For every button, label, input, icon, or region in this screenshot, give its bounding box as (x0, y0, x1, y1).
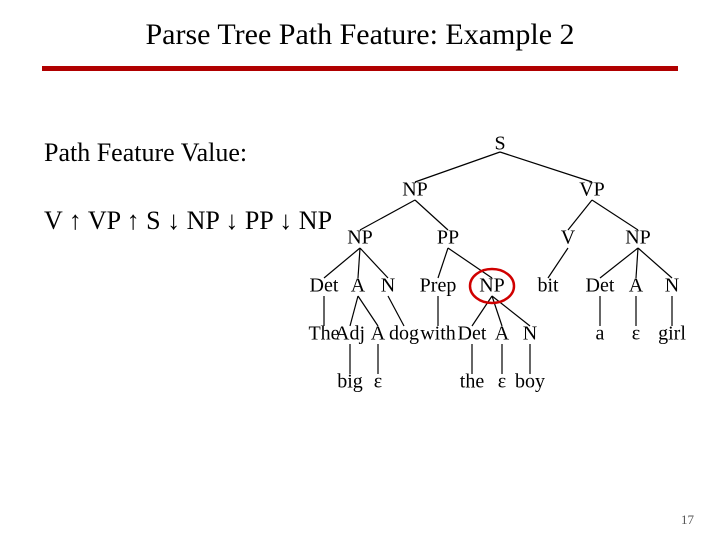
node-eps-a3: ε (632, 323, 640, 346)
node-with: with (420, 323, 456, 346)
node-np-right: NP (625, 227, 651, 250)
parse-tree: S NP VP NP PP V NP Det A N Prep NP bit D… (300, 130, 700, 470)
node-np-top: NP (402, 179, 428, 202)
node-det1: Det (310, 275, 339, 298)
node-det3: Det (586, 275, 615, 298)
node-a: a (596, 323, 605, 346)
node-boy: boy (515, 371, 545, 394)
node-girl: girl (658, 323, 686, 346)
node-a1: A (351, 275, 365, 298)
node-adj: Adj (335, 323, 365, 346)
node-det2: Det (458, 323, 487, 346)
node-a2: A (495, 323, 509, 346)
node-n1: N (381, 275, 395, 298)
node-n3: N (665, 275, 679, 298)
node-eps1: ε (374, 371, 382, 394)
path-feature-value: V ↑ VP ↑ S ↓ NP ↓ PP ↓ NP (44, 206, 332, 236)
node-prep: Prep (420, 275, 457, 298)
path-feature-label: Path Feature Value: (44, 138, 247, 168)
node-np-obj: NP (479, 275, 505, 298)
node-dog: dog (389, 323, 419, 346)
node-s: S (494, 133, 505, 156)
node-n2: N (523, 323, 537, 346)
slide: Parse Tree Path Feature: Example 2 Path … (0, 0, 720, 540)
node-pp: PP (437, 227, 459, 250)
title-rule (42, 66, 678, 71)
node-a3: A (629, 275, 643, 298)
node-np-left: NP (347, 227, 373, 250)
node-big: big (337, 371, 363, 394)
tree-edges (300, 130, 700, 470)
node-the2: the (460, 371, 484, 394)
node-vp: VP (579, 179, 605, 202)
page-number: 17 (681, 512, 694, 528)
node-bit: bit (537, 275, 558, 298)
node-v: V (561, 227, 575, 250)
slide-title: Parse Tree Path Feature: Example 2 (0, 18, 720, 52)
node-a-eps-parent: A (371, 323, 385, 346)
node-eps2: ε (498, 371, 506, 394)
